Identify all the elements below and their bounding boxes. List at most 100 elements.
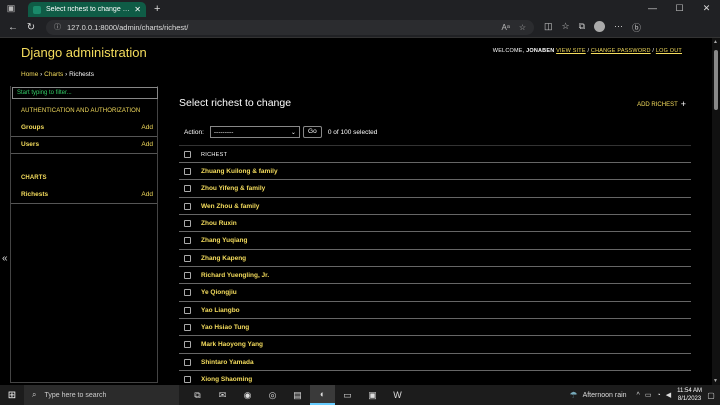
info-icon[interactable]: ⓘ [54,22,61,32]
row-checkbox[interactable] [184,254,191,262]
row-checkbox[interactable] [184,220,191,228]
taskbar-search[interactable]: ⌕ Type here to search [24,385,179,405]
bing-icon[interactable]: ⓑ [632,21,641,34]
change-password-link[interactable]: CHANGE PASSWORD [591,48,651,54]
site-branding[interactable]: Django administration [21,45,147,60]
tab-title: Select richest to change | Djang [46,6,130,13]
scroll-up-icon[interactable]: ▲ [713,39,718,45]
row-checkbox[interactable] [184,168,191,175]
breadcrumb-charts[interactable]: Charts [44,71,63,78]
row-checkbox[interactable] [184,306,191,314]
scrollbar-thumb[interactable] [714,50,718,110]
app-icon[interactable]: ▤ [285,385,310,405]
django-favicon-icon [33,5,41,14]
sidebar-filter-input[interactable]: Start typing to filter... [12,87,158,99]
volume-icon[interactable]: ◀ [666,391,671,399]
module-caption-charts[interactable]: CHARTS [21,175,47,181]
richest-name-link[interactable]: Yao Hsiao Tung [201,324,249,331]
favorites-icon[interactable]: ☆ [562,21,570,34]
richest-name-link[interactable]: Mark Haoyong Yang [201,341,263,348]
minimize-icon[interactable]: — [639,3,666,14]
favorite-star-icon[interactable]: ☆ [519,23,526,32]
task-view-icon[interactable]: ⧉ [185,385,210,405]
row-checkbox[interactable] [184,272,191,280]
richest-name-link[interactable]: Shintaro Yamada [201,359,254,366]
more-icon[interactable]: ⋯ [614,21,623,34]
sidebar-item-users[interactable]: Users Add [11,137,157,154]
maximize-icon[interactable]: ☐ [666,3,693,14]
wifi-icon[interactable]: ◔ [656,392,660,399]
new-tab-icon[interactable]: + [154,3,160,15]
add-richest-button[interactable]: ADD RICHEST + [637,99,686,109]
module-caption-auth[interactable]: AUTHENTICATION AND AUTHORIZATION [21,108,140,114]
close-tab-icon[interactable]: ✕ [134,5,141,14]
add-group-link[interactable]: Add [141,124,153,131]
breadcrumb-home[interactable]: Home [21,71,38,78]
notification-icon[interactable]: ▢ [702,391,720,400]
back-icon[interactable]: ← [4,22,22,33]
page-scrollbar[interactable]: ▲ ▼ [712,38,720,385]
column-header-richest[interactable]: RICHEST [201,152,227,158]
close-window-icon[interactable]: ✕ [693,3,720,14]
row-checkbox[interactable] [184,289,191,297]
app-icon[interactable]: ◎ [260,385,285,405]
sidebar-item-groups[interactable]: Groups Add [11,120,157,137]
richest-name-link[interactable]: Zhou Ruxin [201,220,237,227]
richest-name-link[interactable]: Zhang Kapeng [201,255,246,262]
richest-name-link[interactable]: Yao Liangbo [201,307,240,314]
row-checkbox[interactable] [184,376,191,384]
actions-bar: Action: --------- ⌄ Go 0 of 100 selected [184,126,377,138]
clock[interactable]: 11:54 AM 8/1/2023 [677,387,702,403]
richest-name-link[interactable]: Richard Yuengling, Jr. [201,272,269,279]
scroll-down-icon[interactable]: ▼ [713,378,718,384]
row-checkbox[interactable] [184,185,191,193]
mail-app-icon[interactable]: ✉ [210,385,235,405]
windows-start-icon[interactable]: ⊞ [0,390,24,401]
sidebar-item-label[interactable]: Groups [21,124,44,131]
profile-avatar[interactable] [594,20,606,32]
refresh-icon[interactable]: ↻ [22,22,40,33]
richest-name-link[interactable]: Wen Zhou & family [201,203,259,210]
edge-browser-icon[interactable]: ◐ [310,385,335,405]
select-all-checkbox[interactable] [184,151,191,158]
word-app-icon[interactable]: W [385,385,410,405]
sidebar-item-label[interactable]: Richests [21,191,48,198]
collections-icon[interactable]: ⧉ [579,21,585,34]
row-checkbox[interactable] [184,324,191,332]
row-checkbox[interactable] [184,358,191,366]
split-screen-icon[interactable]: ◫ [544,21,553,34]
richest-name-link[interactable]: Zhuang Kuilong & family [201,168,278,175]
sidebar-item-richests[interactable]: Richests Add [11,187,157,204]
address-bar[interactable]: ⓘ 127.0.0.1:8000/admin/charts/richest/ A… [46,19,534,35]
action-select[interactable]: --------- ⌄ [209,126,300,138]
file-explorer-icon[interactable]: ▭ [335,385,360,405]
add-user-link[interactable]: Add [141,141,153,148]
view-site-link[interactable]: VIEW SITE [556,48,586,54]
browser-tab[interactable]: Select richest to change | Djang ✕ [28,2,146,17]
richest-name-link[interactable]: Zhang Yuqiang [201,237,247,244]
richest-name-link[interactable]: Xiong Shaoming [201,376,252,383]
collapse-sidebar-icon[interactable]: « [2,253,8,264]
sidebar-item-label[interactable]: Users [21,141,39,148]
row-checkbox[interactable] [184,237,191,245]
add-richest-link[interactable]: Add [141,191,153,198]
log-out-link[interactable]: LOG OUT [656,48,682,54]
chevron-up-icon[interactable]: ^ [637,392,640,399]
breadcrumb-current: Richests [69,71,94,78]
go-button[interactable]: Go [302,126,322,138]
richest-name-link[interactable]: Zhou Yifeng & family [201,185,265,192]
app-icon[interactable]: ◉ [235,385,260,405]
weather-text: Afternoon rain [582,391,627,399]
window-controls: — ☐ ✕ [639,3,720,14]
richest-name-link[interactable]: Ye Qiongjiu [201,289,237,296]
tab-actions-icon[interactable]: ▣ [0,0,22,17]
network-icon[interactable]: ▭ [645,391,652,399]
table-row: Richard Yuengling, Jr. [179,267,691,285]
action-select-value: --------- [213,128,234,136]
row-checkbox[interactable] [184,341,191,349]
weather-widget[interactable]: ☂ Afternoon rain [569,390,626,401]
row-checkbox[interactable] [184,202,191,210]
app-icon[interactable]: ▣ [360,385,385,405]
add-richest-label[interactable]: ADD RICHEST [637,102,678,108]
read-aloud-icon[interactable]: Aᵃ [502,23,510,32]
